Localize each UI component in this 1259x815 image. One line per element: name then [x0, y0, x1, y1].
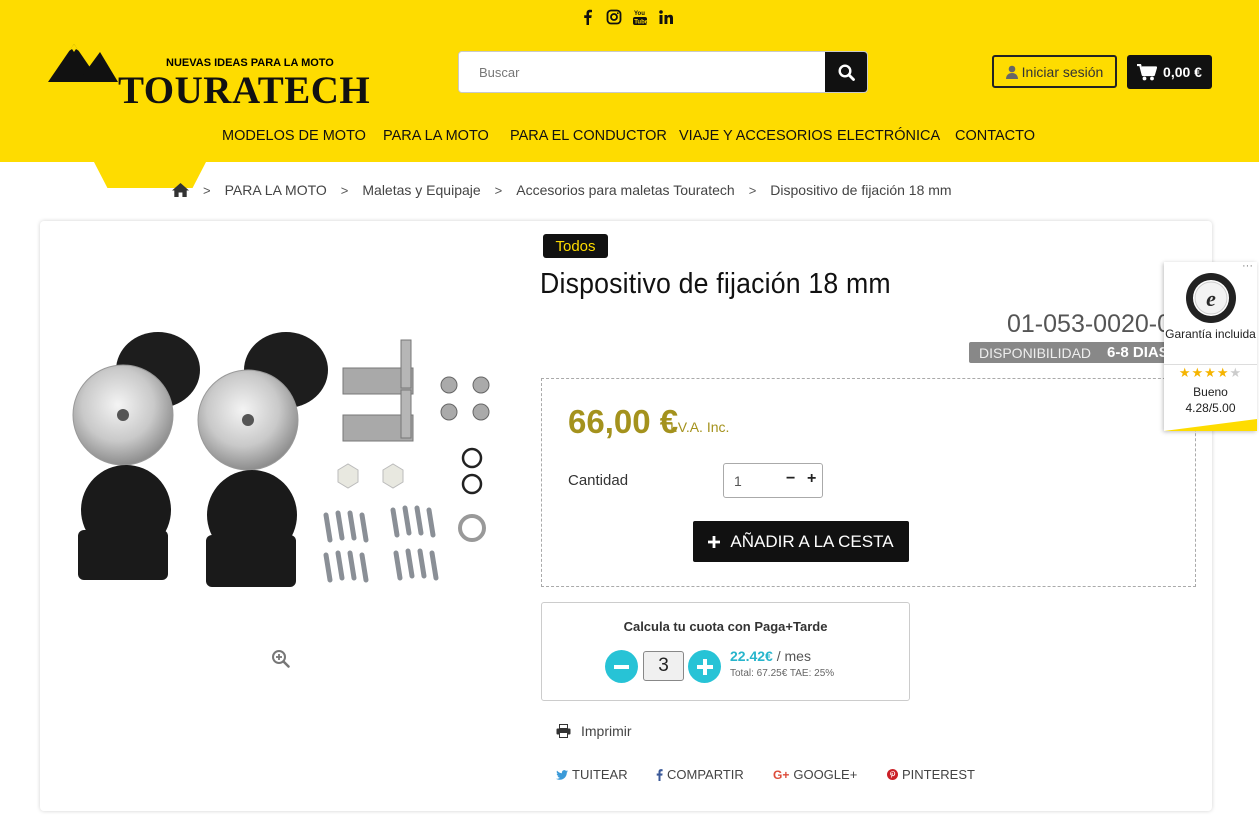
pinterest-icon	[887, 769, 898, 780]
linkedin-icon[interactable]	[658, 8, 674, 26]
social-links: You Tube	[580, 8, 674, 26]
breadcrumb: > PARA LA MOTO > Maletas y Equipaje > Ac…	[172, 181, 952, 199]
facebook-icon	[656, 768, 663, 781]
rating-stars: ★★★★★	[1178, 365, 1243, 380]
increase-months-button[interactable]	[688, 650, 721, 683]
product-price: 66,00 €	[568, 403, 679, 440]
share-label: COMPARTIR	[667, 767, 744, 782]
trusted-shops-band	[1164, 419, 1257, 431]
user-icon	[1005, 65, 1018, 79]
product-reference: 01-053-0020-0	[1007, 310, 1167, 338]
per-month-label: / mes	[776, 648, 811, 664]
trusted-shops-seal-icon: e	[1186, 273, 1236, 323]
nav-item-para-el-conductor[interactable]: PARA EL CONDUCTOR	[510, 128, 667, 144]
nav-item-contacto[interactable]: CONTACTO	[955, 128, 1035, 144]
login-label: Iniciar sesión	[1021, 63, 1104, 80]
availability-value: 6-8 DIAS	[1107, 344, 1167, 361]
breadcrumb-item[interactable]: PARA LA MOTO	[225, 182, 327, 198]
facebook-share-button[interactable]: COMPARTIR	[656, 767, 744, 782]
plus-icon	[696, 658, 713, 675]
rating-text: Bueno 4.28/5.00	[1164, 384, 1257, 416]
svg-text:e: e	[1206, 286, 1216, 311]
product-title: Dispositivo de fijación 18 mm	[540, 268, 891, 300]
breadcrumb-current: Dispositivo de fijación 18 mm	[770, 182, 952, 198]
monthly-amount: 22.42€	[730, 648, 773, 664]
breadcrumb-item[interactable]: Accesorios para maletas Touratech	[516, 182, 734, 198]
print-button[interactable]: Imprimir	[556, 723, 632, 739]
guarantee-text: Garantía incluida	[1165, 327, 1256, 341]
print-label: Imprimir	[581, 723, 632, 739]
tax-label: I.V.A. Inc.	[670, 419, 730, 435]
plus-icon	[708, 535, 721, 548]
tweet-label: TUITEAR	[572, 767, 628, 782]
zoom-in-icon[interactable]	[271, 649, 290, 668]
nav-item-viaje-y-accesorios[interactable]: VIAJE Y ACCESORIOS	[679, 128, 832, 144]
product-badge: Todos	[543, 234, 608, 258]
decrease-months-button[interactable]	[605, 650, 638, 683]
search-button[interactable]	[825, 52, 867, 92]
quantity-input[interactable]	[724, 464, 780, 497]
nav-item-electronica[interactable]: ELECTRÓNICA	[837, 128, 940, 144]
search-bar	[458, 51, 868, 93]
search-icon	[837, 63, 855, 81]
pinterest-label: PINTEREST	[902, 767, 975, 782]
financing-title: Calcula tu cuota con Paga+Tarde	[623, 619, 828, 634]
financing-calculator: Calcula tu cuota con Paga+Tarde 3 22.42€…	[541, 602, 910, 701]
rating-score: 4.28/5.00	[1185, 401, 1236, 415]
rating-word: Bueno	[1193, 385, 1228, 399]
touratech-logo[interactable]: NUEVAS IDEAS PARA LA MOTO TOURATECH	[48, 40, 370, 112]
quantity-stepper: − +	[723, 463, 823, 498]
cart-button[interactable]: 0,00 €	[1127, 55, 1212, 89]
plus-icon[interactable]: +	[807, 470, 816, 488]
chevron-right-icon: >	[340, 182, 349, 198]
availability-badge: DISPONIBILIDAD 6-8 DIAS	[969, 342, 1167, 363]
financing-total: Total: 67.25€ TAE: 25%	[730, 668, 835, 679]
chevron-right-icon: >	[203, 182, 211, 198]
facebook-icon[interactable]	[580, 8, 596, 26]
quantity-label: Cantidad	[568, 472, 629, 489]
chevron-right-icon: >	[748, 182, 757, 198]
pinterest-share-button[interactable]: PINTEREST	[887, 767, 975, 782]
more-options-icon[interactable]: ···	[1242, 260, 1253, 272]
instagram-icon[interactable]	[606, 8, 622, 26]
product-image[interactable]	[68, 330, 513, 592]
login-button[interactable]: Iniciar sesión	[992, 55, 1117, 88]
svg-text:Tube: Tube	[634, 20, 648, 26]
printer-icon	[556, 724, 571, 738]
google-plus-share-button[interactable]: G+ GOOGLE+	[773, 767, 857, 782]
cart-total: 0,00 €	[1163, 64, 1202, 80]
nav-item-modelos-de-moto[interactable]: MODELOS DE MOTO	[222, 128, 366, 144]
add-to-cart-label: AÑADIR A LA CESTA	[730, 531, 894, 551]
minus-icon	[614, 664, 629, 669]
price-box: 66,00 € I.V.A. Inc. Cantidad − + AÑADIR …	[541, 378, 1196, 587]
monthly-fee: 22.42€ / mes	[730, 648, 811, 664]
trusted-shops-widget[interactable]: ··· e Garantía incluida ★★★★★ Bueno 4.28/…	[1164, 260, 1257, 431]
home-icon[interactable]	[172, 183, 189, 197]
mountain-logo-icon	[48, 44, 118, 82]
svg-text:You: You	[634, 11, 645, 17]
months-value[interactable]: 3	[643, 651, 684, 681]
shopping-cart-icon	[1137, 63, 1158, 80]
youtube-icon[interactable]: You Tube	[632, 8, 649, 26]
add-to-cart-button[interactable]: AÑADIR A LA CESTA	[693, 521, 909, 562]
availability-label: DISPONIBILIDAD	[979, 344, 1092, 361]
main-nav: MODELOS DE MOTO PARA LA MOTO PARA EL CON…	[0, 128, 1259, 148]
tweet-button[interactable]: TUITEAR	[556, 767, 628, 782]
nav-item-para-la-moto[interactable]: PARA LA MOTO	[383, 128, 489, 144]
breadcrumb-item[interactable]: Maletas y Equipaje	[362, 182, 480, 198]
chevron-right-icon: >	[494, 182, 503, 198]
google-label: GOOGLE+	[793, 767, 858, 782]
search-input[interactable]	[459, 52, 825, 92]
twitter-icon	[556, 769, 568, 780]
google-plus-icon: G+	[773, 767, 790, 782]
minus-icon[interactable]: −	[786, 470, 795, 488]
logo-name: TOURATECH	[118, 69, 371, 112]
